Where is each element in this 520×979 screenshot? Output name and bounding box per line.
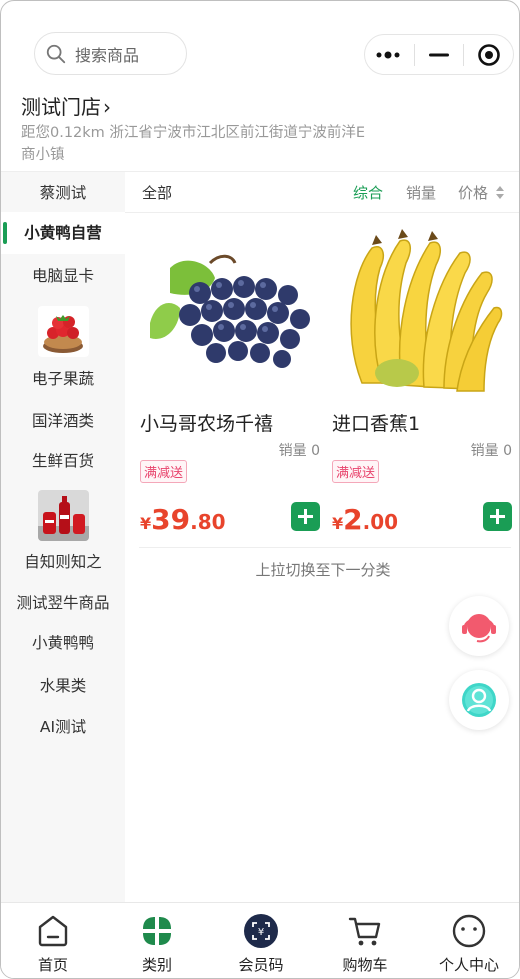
tab-profile[interactable]: 个人中心: [417, 903, 519, 978]
store-name: 测试门店: [21, 95, 101, 119]
promo-tag: 满减送: [140, 460, 188, 483]
target-close-icon: [477, 43, 500, 66]
price-decimal: .00: [362, 510, 399, 534]
tab-category[interactable]: 类别: [105, 903, 209, 978]
tab-label: 个人中心: [438, 956, 499, 974]
sidebar-item[interactable]: 国洋酒类: [1, 409, 125, 431]
price-currency: ¥: [140, 514, 152, 533]
sort-price[interactable]: 价格: [458, 182, 488, 203]
filter-all[interactable]: 全部: [142, 182, 172, 203]
product-card[interactable]: 小马哥农场千禧 销量 0 满减送 ¥39.80: [140, 223, 320, 536]
bottom-tab-bar: 首页 类别 ¥ 会员码 购物车 个人中心: [1, 902, 519, 978]
user-avatar-button[interactable]: [449, 670, 509, 730]
plus-icon: [298, 509, 313, 524]
bananas-image: [332, 223, 512, 403]
sidebar-item[interactable]: 测试翌牛商品: [1, 591, 125, 613]
store-selector[interactable]: 测试门店 ›: [21, 91, 111, 120]
tab-cart[interactable]: 购物车: [313, 903, 417, 978]
profile-icon: [452, 914, 486, 948]
sort-comprehensive[interactable]: 综合: [353, 182, 383, 203]
sidebar-item-label: AI测试: [39, 718, 87, 736]
user-avatar-icon: [462, 683, 496, 717]
sidebar-item-label: 电子果蔬: [31, 370, 94, 388]
product-name: 进口香蕉1: [332, 413, 421, 435]
promo-tag: 满减送: [332, 460, 380, 483]
close-mini-program-button[interactable]: [464, 35, 513, 74]
minimize-button[interactable]: [415, 35, 464, 74]
tab-label: 会员码: [238, 956, 284, 974]
sidebar-item[interactable]: 自知则知之: [1, 550, 125, 572]
sidebar-item-label: 小黄鸭自营: [24, 224, 102, 242]
category-sidebar: 蔡测试 小黄鸭自营 电脑显卡 电子果蔬 国洋酒类 生鲜百货 自知则知之 测试翌牛…: [1, 171, 125, 902]
sidebar-item[interactable]: 小黄鸭鸭: [1, 631, 125, 653]
search-input[interactable]: 搜索商品: [34, 32, 187, 75]
svg-text:¥: ¥: [258, 927, 264, 938]
sidebar-item-label: 小黄鸭鸭: [31, 634, 94, 652]
product-name: 小马哥农场千禧: [140, 413, 274, 435]
sidebar-item-label: 生鲜百货: [31, 452, 94, 470]
chevron-right-icon: ›: [103, 95, 111, 119]
product-card[interactable]: 进口香蕉1 销量 0 满减送 ¥2.00: [332, 223, 512, 536]
sidebar-item-label: 测试翌牛商品: [16, 594, 110, 612]
product-sales: 销量 0: [470, 443, 512, 459]
sidebar-item[interactable]: 生鲜百货: [1, 449, 125, 471]
sidebar-item-label: 国洋酒类: [31, 412, 94, 430]
add-to-cart-button[interactable]: [483, 502, 512, 531]
product-sales: 销量 0: [278, 443, 320, 459]
product-price: ¥39.80: [140, 503, 226, 536]
sidebar-item-label: 水果类: [39, 677, 87, 695]
sidebar-item-label: 蔡测试: [39, 184, 87, 202]
sort-bar: 全部 综合 销量 价格: [125, 171, 519, 213]
tab-member-code[interactable]: ¥ 会员码: [209, 903, 313, 978]
tab-home[interactable]: 首页: [1, 903, 105, 978]
sidebar-item-label: 自知则知之: [24, 553, 102, 571]
mini-program-capsule: [364, 34, 514, 75]
add-to-cart-button[interactable]: [291, 502, 320, 531]
strawberry-thumbnail: [38, 306, 89, 357]
active-indicator: [3, 222, 7, 244]
tab-label: 类别: [141, 956, 172, 974]
search-placeholder: 搜索商品: [75, 45, 140, 65]
tab-label: 首页: [37, 956, 68, 974]
home-icon: [38, 915, 68, 947]
sidebar-item[interactable]: 水果类: [1, 674, 125, 696]
grapes-image: [140, 223, 320, 403]
headset-icon: [462, 614, 496, 643]
sort-arrows-icon: [496, 186, 504, 199]
store-address: 距您0.12km 浙江省宁波市江北区前江街道宁波前洋E商小镇: [21, 125, 366, 163]
price-integer: 2: [343, 503, 363, 536]
product-price: ¥2.00: [332, 503, 398, 536]
sidebar-item-label: 电脑显卡: [31, 267, 94, 285]
search-icon: [46, 44, 66, 63]
sidebar-item[interactable]: AI测试: [1, 715, 125, 737]
more-dots-icon: [376, 51, 400, 58]
price-currency: ¥: [332, 514, 344, 533]
coca-cola-thumbnail: [38, 490, 89, 541]
category-icon: [143, 917, 171, 945]
plus-icon: [490, 509, 505, 524]
pull-to-next-category-hint: 上拉切换至下一分类: [255, 561, 391, 579]
sidebar-item-active[interactable]: 小黄鸭自营: [1, 212, 125, 254]
more-options-button[interactable]: [365, 35, 414, 74]
sidebar-item[interactable]: 蔡测试: [1, 181, 125, 203]
sort-sales[interactable]: 销量: [406, 182, 436, 203]
price-decimal: .80: [190, 510, 226, 534]
list-divider: [139, 547, 511, 548]
sidebar-item[interactable]: 电脑显卡: [1, 264, 125, 286]
app-frame: 搜索商品 测试门店 › 距您0.12km 浙江省宁波市江北区前江街道宁波前洋E商…: [0, 0, 520, 979]
tab-label: 购物车: [342, 956, 388, 974]
cart-icon: [348, 917, 381, 946]
customer-service-button[interactable]: [449, 596, 509, 656]
sidebar-item[interactable]: 电子果蔬: [1, 367, 125, 389]
minimize-icon: [429, 53, 449, 56]
member-code-icon: ¥: [244, 914, 278, 948]
price-integer: 39: [151, 503, 191, 536]
